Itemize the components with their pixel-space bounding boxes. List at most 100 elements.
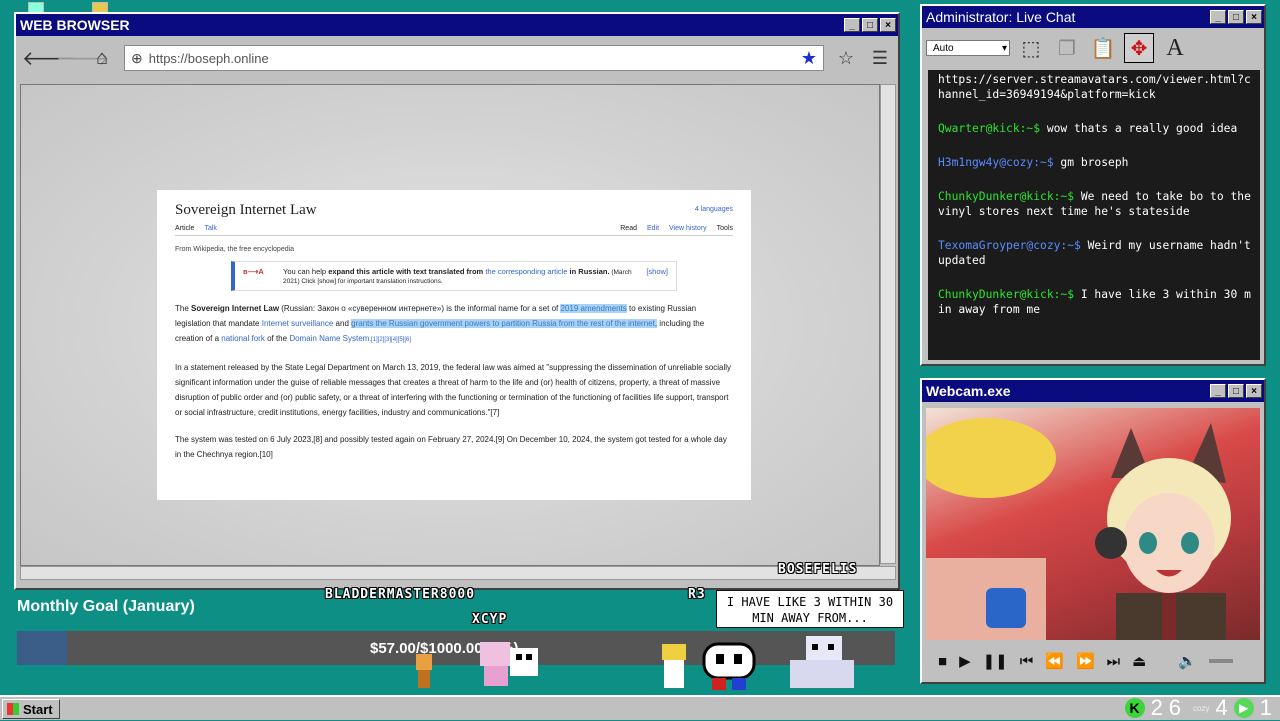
vertical-scrollbar[interactable] [880,84,896,564]
font-size-select[interactable]: Auto ▾ [926,40,1010,56]
p1-link[interactable]: national fork [221,334,265,343]
close-button[interactable]: × [1246,384,1262,398]
address-bar[interactable]: ⊕ https://boseph.online ★ [124,45,824,71]
pixel-avatar-sprite [790,636,854,688]
chat-text: wow thats a really good idea [1040,122,1238,135]
browser-title: WEB BROWSER [20,17,130,33]
chat-username[interactable]: H3m1ngw4y@cozy:~$ [938,156,1054,169]
tab-edit[interactable]: Edit [647,225,659,232]
skip-start-icon[interactable]: ⏮ [1020,653,1034,670]
back-icon[interactable]: 🡐 [22,46,76,71]
article-heading: Sovereign Internet Law 4 languages [175,202,733,219]
p1-link[interactable]: Domain Name System [289,334,369,343]
play-circle-icon[interactable]: ▶ [1233,698,1254,718]
paragraph-2: In a statement released by the State Leg… [175,363,732,417]
pause-icon[interactable]: ❚❚ [983,652,1008,670]
minimize-button[interactable]: _ [844,18,860,32]
volume-slider[interactable] [1209,659,1234,663]
tab-article[interactable]: Article [175,225,194,232]
system-tray: K 26 cozy 4 ▶ 1 [1124,695,1272,721]
chat-title: Administrator: Live Chat [926,9,1076,25]
eject-icon[interactable]: ⏏ [1132,652,1146,670]
tab-tools[interactable]: Tools [717,225,733,232]
chat-username[interactable]: Qwarter@kick:~$ [938,122,1040,135]
copy-icon[interactable]: ❐ [1052,33,1082,63]
close-button[interactable]: × [880,18,896,32]
chat-message: Qwarter@kick:~$ wow thats a really good … [938,121,1252,136]
browser-titlebar[interactable]: WEB BROWSER _ □ × [16,14,898,36]
webcam-title: Webcam.exe [926,383,1011,399]
p1-text: and [333,319,352,328]
windows-logo-icon [7,703,19,715]
page-viewport[interactable]: Sovereign Internet Law 4 languages Artic… [20,84,880,566]
kick-icon[interactable]: K [1124,698,1145,718]
languages-link[interactable]: 4 languages [695,206,733,219]
notice-text: You can help expand this article with te… [283,267,646,285]
webcam-window: Webcam.exe _ □ × ■ ▶ ❚❚ ⏮ ⏪ ⏩ ⏭ ⏏ 🔈 [920,378,1266,684]
avatar-name-bosefelis: BOSEFELIS [778,562,858,577]
favorites-icon[interactable]: ☆ [834,48,858,69]
horizontal-scrollbar[interactable] [20,566,896,580]
webcam-titlebar[interactable]: Webcam.exe _ □ × [922,380,1264,402]
tab-read[interactable]: Read [620,225,637,232]
move-icon[interactable]: ✥ [1124,33,1154,63]
article-source-note: From Wikipedia, the free encyclopedia [175,246,295,253]
article-title: Sovereign Internet Law [175,202,317,218]
maximize-button[interactable]: □ [1228,384,1244,398]
translation-notice: ʙ⟶A You can help expand this article wit… [231,261,677,291]
chat-username[interactable]: ChunkyDunker@kick:~$ [938,288,1074,301]
menu-icon[interactable]: ☰ [868,48,892,69]
notice-link[interactable]: the corresponding article [485,267,567,276]
chat-username[interactable]: TexomaGroyper@cozy:~$ [938,239,1081,252]
avatar-name-r3: R3 [688,587,706,602]
p1-highlight-link[interactable]: 2019 amendments [560,304,627,313]
stop-icon[interactable]: ■ [938,653,947,670]
maximize-button[interactable]: □ [862,18,878,32]
tab-history[interactable]: View history [669,225,707,232]
media-controls: ■ ▶ ❚❚ ⏮ ⏪ ⏩ ⏭ ⏏ 🔈 [926,646,1260,676]
volume-icon[interactable]: 🔈 [1178,652,1197,670]
start-button[interactable]: Start [2,699,60,719]
avatar-name-xcyp: XCYP [472,612,508,627]
goal-progress-fill [17,631,68,665]
kick-viewer-count: 26 [1150,695,1188,720]
forward-icon[interactable]: 🡒 [56,46,110,71]
translate-icon: ʙ⟶A [243,267,264,276]
close-button[interactable]: × [1246,10,1262,24]
other-viewer-count: 1 [1259,695,1272,720]
fast-forward-icon[interactable]: ⏩ [1076,652,1095,670]
chat-message: https://server.streamavatars.com/viewer.… [938,72,1252,102]
browser-window: WEB BROWSER _ □ × 🡐 🡒 ⌂ ⊕ https://boseph… [14,12,900,590]
pixel-avatar-sprite [702,642,756,690]
wikipedia-article: Sovereign Internet Law 4 languages Artic… [157,190,751,500]
chat-username[interactable]: ChunkyDunker@kick:~$ [938,190,1074,203]
tab-talk[interactable]: Talk [204,225,216,232]
p1-link[interactable]: Internet surveillance [262,319,334,328]
chat-message: ChunkyDunker@kick:~$ I have like 3 withi… [938,287,1252,317]
bookmark-star-icon[interactable]: ★ [801,48,817,69]
start-label: Start [23,701,53,717]
rewind-icon[interactable]: ⏪ [1045,652,1064,670]
select-icon[interactable]: ⬚ [1016,33,1046,63]
chat-titlebar[interactable]: Administrator: Live Chat _ □ × [922,6,1264,28]
minimize-button[interactable]: _ [1210,384,1226,398]
skip-end-icon[interactable]: ⏭ [1107,653,1121,670]
chat-log[interactable]: https://server.streamavatars.com/viewer.… [928,70,1260,360]
text-icon[interactable]: A [1160,33,1190,63]
notice-in: in Russian. [567,267,610,276]
pixel-avatar-sprite [416,654,432,688]
font-size-value: Auto [933,42,954,54]
maximize-button[interactable]: □ [1228,10,1244,24]
play-icon[interactable]: ▶ [959,652,971,670]
anime-avatar-image [926,418,1231,640]
paste-icon[interactable]: 📋 [1088,33,1118,63]
minimize-button[interactable]: _ [1210,10,1226,24]
notice-show-link[interactable]: [show] [646,267,668,285]
avatar-name-bladdermaster: BLADDERMASTER8000 [325,587,476,602]
cozy-label: cozy [1193,703,1210,713]
url-text[interactable]: https://boseph.online [149,51,801,66]
p1-citations[interactable]: .[1][2][3][4][5][6] [369,337,411,343]
paragraph-1: The Sovereign Internet Law (Russian: Зак… [175,301,733,348]
chat-text: https://server.streamavatars.com/viewer.… [938,73,1251,101]
home-icon[interactable]: ⌂ [90,47,114,70]
